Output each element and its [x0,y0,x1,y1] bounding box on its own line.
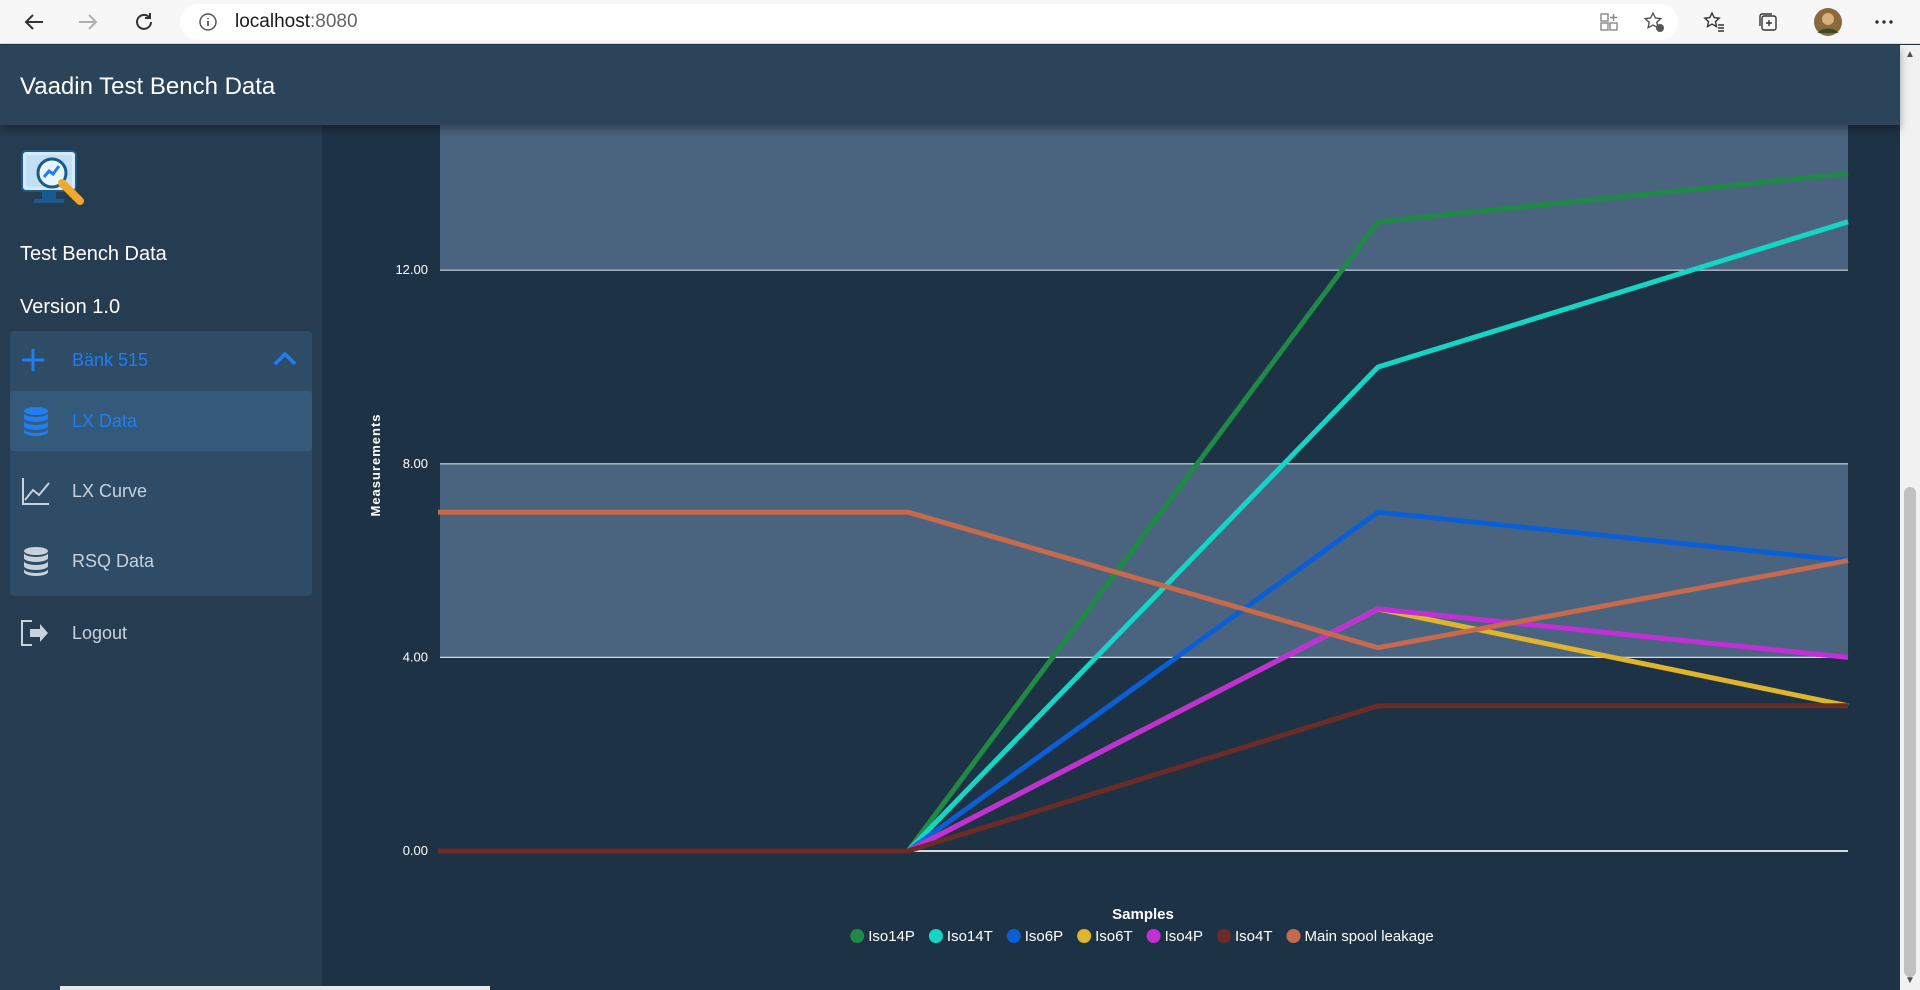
url-text: localhost:8080 [235,11,358,33]
database-icon [24,547,48,576]
address-bar[interactable] [180,4,1678,40]
logout-label: Logout [72,623,128,643]
chevron-up-icon [273,351,297,366]
browser-toolbar: localhost:8080 [0,0,1920,44]
horizontal-scrollbar[interactable] [60,986,490,990]
legend-marker [1217,929,1232,943]
y-tick-label: 12.00 [395,262,428,277]
reload-icon [136,13,152,30]
add-favorite-button[interactable] [1638,6,1670,38]
legend-label: Iso4T [1235,928,1273,945]
url-host: localhost [235,11,310,32]
legend-item[interactable]: Iso14P [850,928,915,945]
y-tick-label: 0.00 [403,843,428,858]
url-port: :8080 [310,11,358,32]
sidebar-item-label: RSQ Data [72,551,155,571]
app-version: Version 1.0 [20,296,121,318]
sidebar: Test Bench Data Version 1.0 Bänk 515 LX … [0,125,322,990]
chart-panel: 0.00 4.00 8.00 12.00 Measurements Samples I… [322,125,1900,990]
back-button[interactable] [18,6,50,38]
x-axis-label: Samples [1112,906,1174,923]
nav-group: Bänk 515 LX Data LX Curve RSQ Data [10,331,312,596]
legend-marker [850,929,865,943]
apps-icon [1600,13,1618,31]
scroll-thumb[interactable] [1904,487,1916,977]
collections-button[interactable] [1752,6,1784,38]
sidebar-item-lx-curve[interactable]: LX Curve [10,461,312,521]
app-name: Test Bench Data [20,243,167,265]
app-title: Vaadin Test Bench Data [20,73,276,100]
line-chart-icon [22,478,50,505]
profile-button[interactable] [1812,6,1844,38]
app-logo [20,147,90,215]
line-chart: 0.00 4.00 8.00 12.00 Measurements Samples I… [368,125,1849,945]
y-tick-label: 4.00 [403,649,428,664]
sidebar-item-rsq-data[interactable]: RSQ Data [10,531,312,591]
legend-item[interactable]: Main spool leakage [1286,928,1434,945]
logout-button[interactable]: Logout [10,605,312,661]
star-add-icon [1643,11,1664,32]
sidebar-item-lx-data[interactable]: LX Data [10,391,312,451]
legend-label: Iso4P [1165,928,1203,945]
more-icon [1875,20,1893,24]
legend-item[interactable]: Iso4T [1217,928,1273,945]
forward-button[interactable] [72,6,104,38]
y-axis-label: Measurements [368,413,383,516]
back-arrow-icon [24,14,43,30]
more-menu-button[interactable] [1868,6,1900,38]
sidebar-item-label: LX Curve [72,481,148,501]
logout-icon [21,620,48,646]
y-tick-label: 8.00 [403,456,428,471]
chart-legend: Iso14P Iso14T Iso6P Iso6T Iso4P Iso4T Main spo… [850,928,1434,945]
favorites-button[interactable] [1698,6,1730,38]
legend-item[interactable]: Iso4P [1146,928,1203,945]
avatar [1814,8,1842,36]
legend-label: Main spool leakage [1305,928,1434,945]
legend-item[interactable]: Iso6T [1077,928,1133,945]
favorites-icon [1703,11,1724,32]
plot-band [440,463,1848,658]
legend-label: Iso6P [1025,928,1063,945]
legend-marker [928,929,943,943]
forward-arrow-icon [79,14,98,30]
sidebar-item-label: LX Data [72,411,138,431]
nav-group-label: Bänk 515 [72,350,149,370]
app-header: Vaadin Test Bench Data [0,45,1900,125]
legend-item[interactable]: Iso14T [928,928,993,945]
info-icon[interactable] [198,12,218,37]
legend-label: Iso14P [868,928,915,945]
scroll-down-icon[interactable]: ▼ [1905,975,1915,986]
legend-marker [1077,929,1092,943]
legend-label: Iso14T [947,928,993,945]
scroll-up-icon[interactable]: ▲ [1905,49,1915,60]
legend-marker [1006,929,1021,943]
database-icon [24,407,48,436]
reload-button[interactable] [128,6,160,38]
collections-icon [1759,13,1777,31]
legend-marker [1286,929,1301,943]
legend-marker [1146,929,1161,943]
plus-icon [22,349,44,371]
vertical-scrollbar[interactable]: ▲ ▼ [1900,45,1920,990]
app-available-button[interactable] [1593,6,1625,38]
legend-label: Iso6T [1095,928,1133,945]
nav-group-header[interactable]: Bänk 515 [10,331,312,389]
legend-item[interactable]: Iso6P [1006,928,1063,945]
